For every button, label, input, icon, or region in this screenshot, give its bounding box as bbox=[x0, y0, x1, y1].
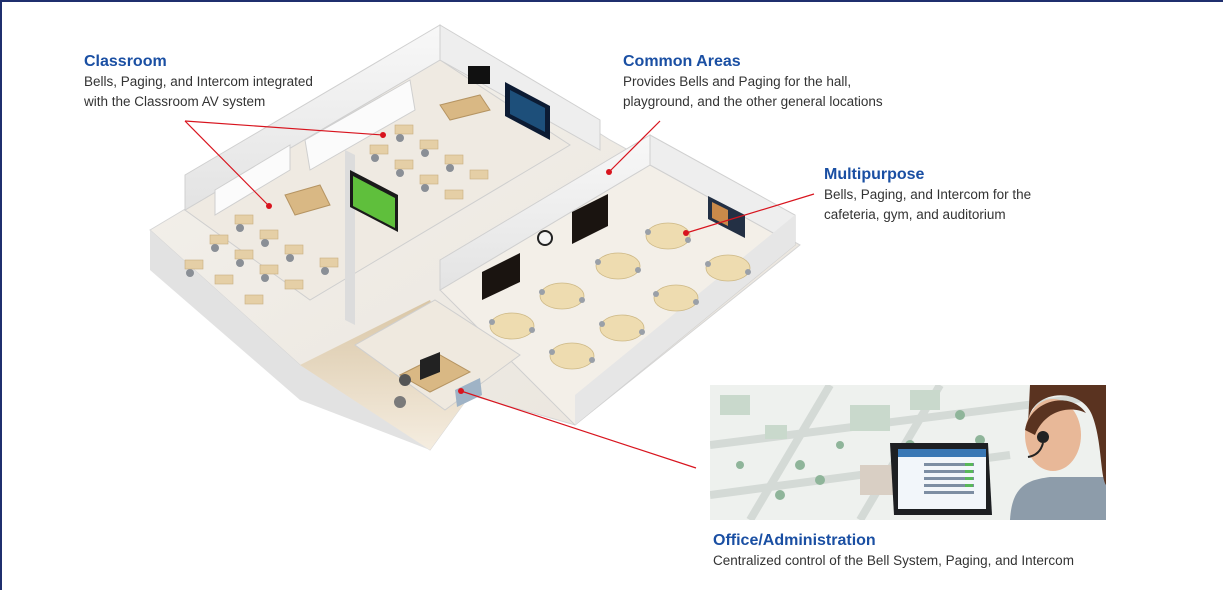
multipurpose-desc-line1: Bells, Paging, and Intercom for the bbox=[824, 187, 1032, 202]
office-label: Office/Administration Centralized contro… bbox=[713, 531, 1074, 571]
common-areas-title: Common Areas bbox=[623, 53, 741, 70]
office-point bbox=[458, 388, 464, 394]
multipurpose-title: Multipurpose bbox=[824, 166, 925, 183]
classroom-point-2 bbox=[266, 203, 272, 209]
common-areas-desc-line1: Provides Bells and Paging for the hall, bbox=[623, 74, 852, 89]
multipurpose-point bbox=[683, 230, 689, 236]
classroom-desc-line2: with the Classroom AV system bbox=[84, 94, 266, 109]
multipurpose-desc-line2: cafeteria, gym, and auditorium bbox=[824, 207, 1006, 222]
common-areas-point bbox=[606, 169, 612, 175]
classroom-title: Classroom bbox=[84, 53, 167, 70]
office-desc-line1: Centralized control of the Bell System, … bbox=[713, 553, 1074, 568]
classroom-point-1 bbox=[380, 132, 386, 138]
common-areas-label: Common Areas Provides Bells and Paging f… bbox=[623, 52, 883, 112]
classroom-desc-line1: Bells, Paging, and Intercom integrated bbox=[84, 74, 313, 89]
office-operator-photo bbox=[710, 385, 1106, 520]
classroom-label: Classroom Bells, Paging, and Intercom in… bbox=[84, 52, 313, 112]
multipurpose-label: Multipurpose Bells, Paging, and Intercom… bbox=[824, 165, 1031, 225]
common-areas-desc-line2: playground, and the other general locati… bbox=[623, 94, 883, 109]
office-title: Office/Administration bbox=[713, 532, 876, 549]
